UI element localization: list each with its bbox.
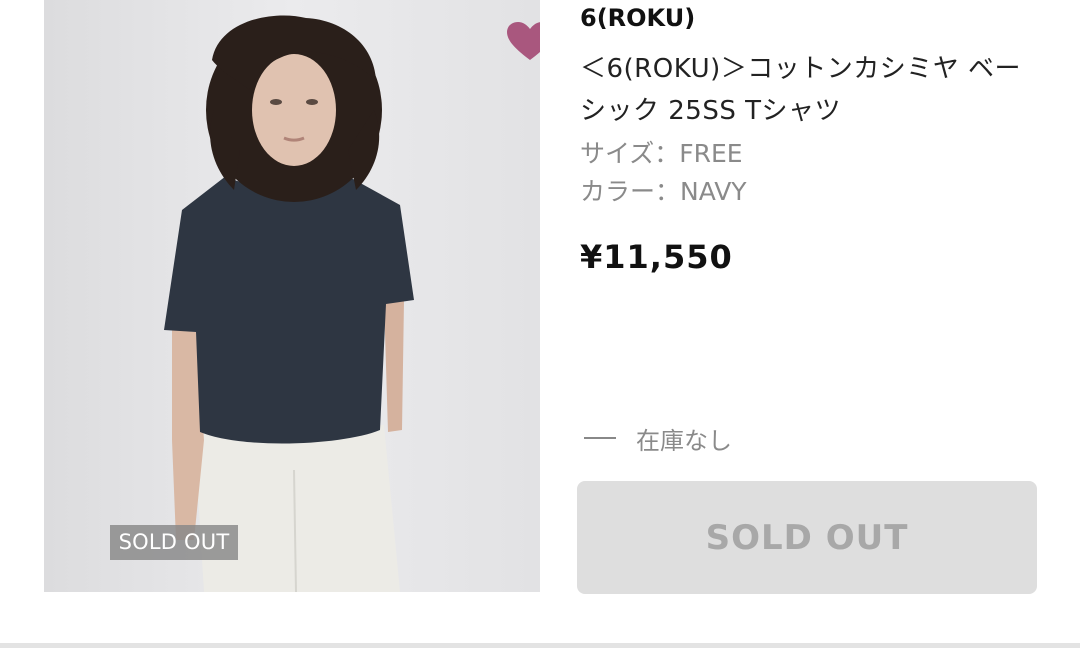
color-label: カラー：NAVY [580, 177, 747, 206]
sold-out-badge: SOLD OUT [110, 525, 238, 560]
heart-icon [507, 22, 540, 60]
favorite-button[interactable] [504, 20, 540, 64]
brand-name[interactable]: 6(ROKU) [580, 4, 695, 32]
dash-icon [584, 437, 616, 439]
stock-status: 在庫なし [584, 422, 732, 455]
sold-out-button[interactable]: SOLD OUT [577, 481, 1037, 594]
product-card: SOLD OUT 6(ROKU) ＜6(ROKU)＞コットンカシミヤ ベーシック… [0, 0, 1080, 648]
divider [0, 643, 1080, 648]
stock-label: 在庫なし [636, 426, 732, 455]
price: ¥11,550 [580, 238, 733, 276]
model-photo [44, 0, 540, 592]
product-image[interactable]: SOLD OUT [44, 0, 540, 592]
size-label: サイズ：FREE [580, 139, 743, 168]
product-title[interactable]: ＜6(ROKU)＞コットンカシミヤ ベーシック 25SS Tシャツ [580, 48, 1030, 132]
